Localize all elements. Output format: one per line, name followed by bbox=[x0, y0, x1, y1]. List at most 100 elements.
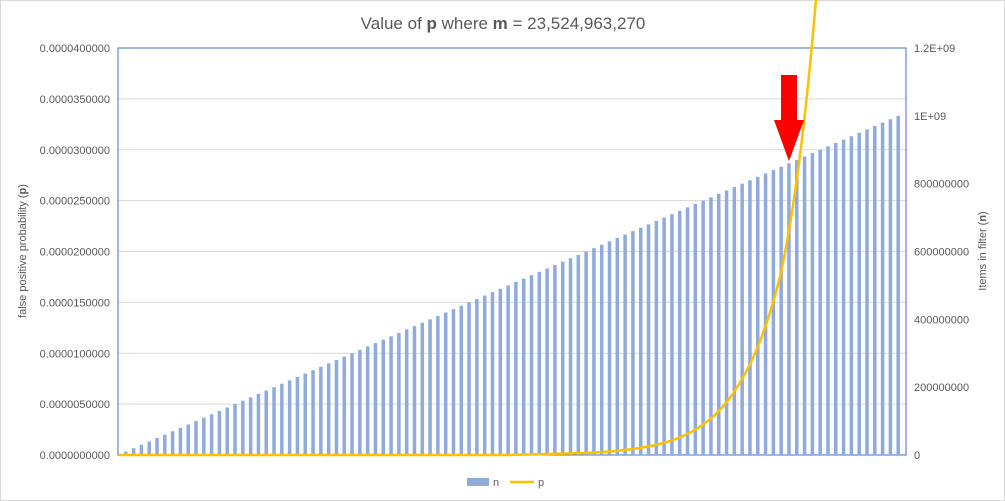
legend-swatch-n bbox=[467, 478, 489, 486]
bar-n bbox=[560, 261, 565, 455]
bar-n bbox=[389, 336, 393, 455]
bar-n bbox=[638, 227, 643, 455]
left-tick-label: 0.0000000000 bbox=[40, 450, 110, 462]
bar-n bbox=[373, 343, 378, 455]
bar-n bbox=[521, 278, 526, 455]
bar-n bbox=[326, 363, 331, 455]
bar-n bbox=[412, 326, 417, 455]
right-tick-label: 1.2E+09 bbox=[914, 43, 955, 55]
bar-n bbox=[857, 132, 861, 455]
bar-n bbox=[592, 248, 596, 455]
bar-n bbox=[771, 170, 776, 455]
bar-n bbox=[147, 441, 151, 455]
bar-n bbox=[311, 370, 315, 455]
bar-n bbox=[436, 315, 440, 455]
bar-n bbox=[209, 414, 214, 455]
bar-n bbox=[537, 271, 542, 455]
bar-n bbox=[701, 200, 705, 455]
right-tick-label: 0 bbox=[914, 450, 920, 462]
left-axis-title-prefix: false positive probability ( bbox=[17, 194, 29, 318]
bar-n bbox=[810, 153, 815, 455]
bar-n bbox=[693, 204, 698, 455]
bar-n bbox=[350, 353, 354, 455]
bar-n bbox=[397, 332, 401, 455]
chart-svg: Value of p where m = 23,524,963,270 0.00… bbox=[0, 0, 1005, 501]
chart-title-prefix: Value of bbox=[361, 14, 427, 33]
bar-n bbox=[623, 234, 627, 455]
left-tick-label: 0.0000300000 bbox=[40, 145, 110, 157]
bar-n bbox=[654, 220, 659, 455]
bar-n bbox=[599, 244, 604, 455]
bar-n bbox=[451, 309, 456, 455]
right-tick-label: 200000000 bbox=[914, 382, 969, 394]
bar-n bbox=[716, 193, 721, 455]
legend-label-p: p bbox=[538, 477, 544, 489]
right-axis-title: Items in filter (n) bbox=[977, 211, 989, 290]
bar-n bbox=[568, 258, 573, 455]
bar-n bbox=[826, 146, 830, 455]
bar-n bbox=[420, 322, 425, 455]
chart-title-suffix: = 23,524,963,270 bbox=[508, 14, 646, 33]
bar-n bbox=[787, 163, 791, 456]
bar-n bbox=[303, 373, 308, 455]
bar-n bbox=[615, 237, 620, 455]
left-axis-title-suffix: ) bbox=[17, 184, 29, 188]
bar-n bbox=[553, 265, 557, 455]
chart-title-var-m: m bbox=[493, 14, 508, 33]
bar-n bbox=[802, 156, 807, 456]
bar-n bbox=[607, 241, 612, 455]
bar-n bbox=[795, 159, 799, 456]
bar-n bbox=[404, 329, 409, 455]
bar-n bbox=[467, 302, 471, 455]
chart-border bbox=[0, 0, 1005, 501]
bar-n bbox=[529, 275, 534, 455]
bar-n bbox=[748, 180, 752, 455]
left-tick-label: 0.0000400000 bbox=[40, 43, 110, 55]
bar-n bbox=[662, 217, 666, 455]
bar-n bbox=[365, 346, 370, 455]
chart-title-middle: where bbox=[437, 14, 493, 33]
bar-n bbox=[841, 139, 846, 455]
bar-n bbox=[506, 285, 510, 455]
left-tick-label: 0.0000350000 bbox=[40, 94, 110, 106]
bar-n bbox=[186, 424, 190, 455]
bar-n bbox=[490, 292, 495, 455]
left-tick-label: 0.0000150000 bbox=[40, 297, 110, 309]
bar-n bbox=[443, 312, 448, 455]
bar-n bbox=[381, 339, 386, 455]
bar-n bbox=[342, 356, 347, 455]
bar-n bbox=[241, 400, 245, 455]
bar-n bbox=[233, 404, 237, 455]
bar-n bbox=[756, 176, 760, 455]
bar-n bbox=[178, 427, 183, 455]
right-tick-label: 400000000 bbox=[914, 314, 969, 326]
left-axis-ticks: 0.0000000000 0.0000050000 0.0000100000 0.00… bbox=[40, 43, 110, 462]
right-tick-label: 1E+09 bbox=[914, 111, 946, 123]
bar-n bbox=[256, 393, 261, 455]
left-tick-label: 0.0000100000 bbox=[40, 348, 110, 360]
bar-n bbox=[475, 298, 479, 455]
bar-n bbox=[834, 142, 838, 455]
chart-title-var-p: p bbox=[427, 14, 437, 33]
bar-n bbox=[295, 376, 300, 455]
bar-n bbox=[685, 207, 690, 455]
bar-n bbox=[319, 366, 323, 455]
chart-root: Value of p where m = 23,524,963,270 0.00… bbox=[0, 0, 1005, 501]
bar-n bbox=[631, 231, 635, 455]
bar-n bbox=[194, 421, 198, 455]
bar-n bbox=[724, 190, 729, 455]
bar-n bbox=[155, 438, 159, 455]
bar-n bbox=[779, 166, 783, 456]
bar-n bbox=[514, 282, 518, 455]
left-tick-label: 0.0000250000 bbox=[40, 196, 110, 208]
bar-n bbox=[272, 387, 276, 455]
bar-n bbox=[459, 305, 464, 455]
bar-n bbox=[865, 129, 869, 455]
bar-n bbox=[248, 397, 253, 455]
left-axis-title: false positive probability (p) bbox=[17, 184, 29, 318]
bar-n bbox=[163, 434, 167, 455]
bar-n bbox=[888, 119, 893, 455]
bar-n bbox=[264, 390, 268, 455]
bar-n bbox=[287, 380, 292, 455]
bar-n bbox=[358, 349, 362, 455]
